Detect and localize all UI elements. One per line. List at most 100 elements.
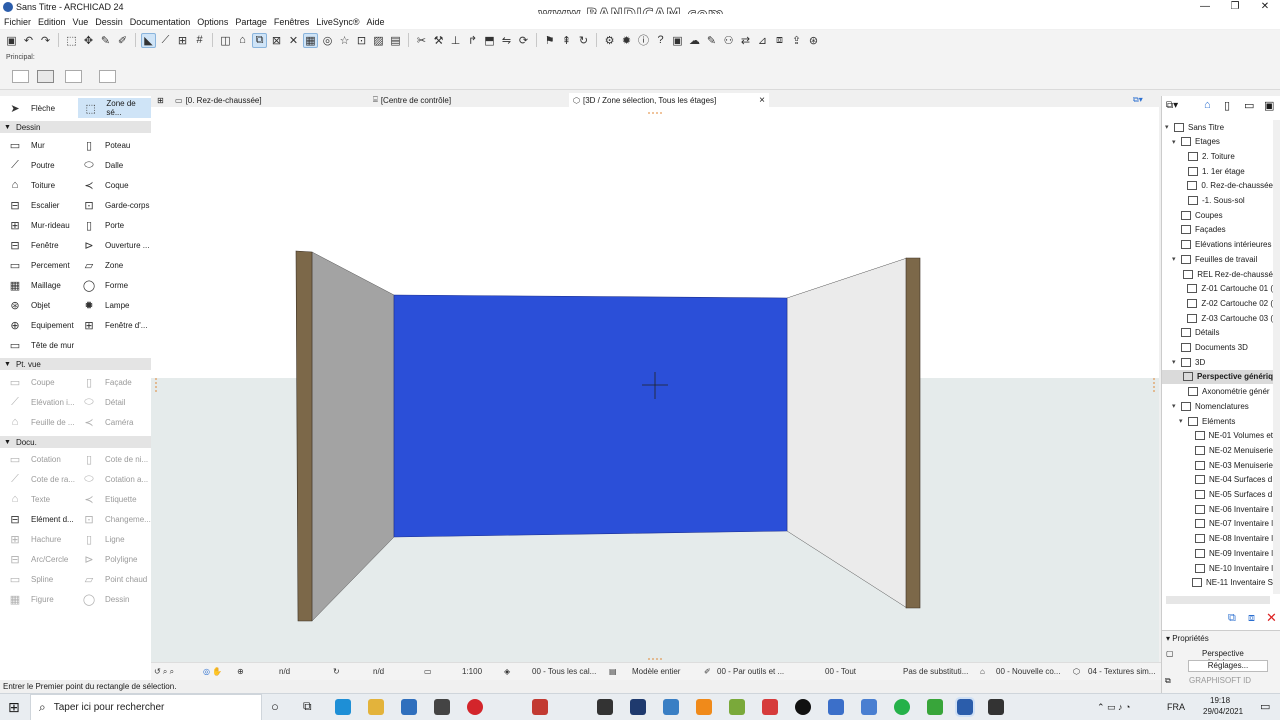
tree-item[interactable]: 2. Toiture <box>1162 149 1273 163</box>
tool-ligne[interactable]: ▯ Ligne <box>82 529 125 549</box>
tree-item[interactable]: Documents 3D <box>1162 341 1273 355</box>
tool-cam-ra[interactable]: ≺ Caméra <box>82 412 133 432</box>
zoom-readout[interactable]: n/d <box>279 667 290 676</box>
menu-vue[interactable]: Vue <box>71 17 94 27</box>
tray-icons[interactable]: ⌃ ▭ ♪ ◔ <box>1097 702 1130 713</box>
bandicam-icon[interactable] <box>795 699 811 715</box>
undo-icon[interactable]: ↶ <box>21 33 36 48</box>
flag-icon[interactable]: ⚑ <box>542 33 557 48</box>
tool-etiquette[interactable]: ≺ Etiquette <box>82 489 136 509</box>
language-indicator[interactable]: FRA <box>1167 702 1185 712</box>
tree-item[interactable]: NE-06 Inventaire l <box>1162 502 1273 516</box>
tool-maillage[interactable]: ▦ Maillage <box>8 275 61 295</box>
filter-icon[interactable]: ⚙ <box>602 33 617 48</box>
stair-icon[interactable]: ⊿ <box>755 33 770 48</box>
layout-book-icon[interactable]: ▭ <box>1244 99 1254 112</box>
tool-point-chaud[interactable]: ▱ Point chaud <box>82 569 148 589</box>
project-map-icon[interactable]: ⌂ <box>1204 99 1211 111</box>
tree-item[interactable]: Z-02 Cartouche 02 ( <box>1162 296 1273 310</box>
tree-item[interactable]: NE-05 Surfaces d <box>1162 488 1273 502</box>
opera-icon[interactable] <box>467 699 483 715</box>
render-icon[interactable]: ✹ <box>619 33 634 48</box>
navigator-mode-icon[interactable]: ⧉▾ <box>1166 100 1178 111</box>
tool-el-vation-i[interactable]: ⟋ Elévation i... <box>8 392 74 412</box>
lock-icon[interactable]: ⌂ <box>235 33 250 48</box>
tool-hachure[interactable]: ⊞ Hachure <box>8 529 61 549</box>
menu-fichier[interactable]: Fichier <box>2 17 36 27</box>
photoshop-icon[interactable] <box>630 699 646 715</box>
selection-method-4[interactable] <box>99 70 116 83</box>
cross-icon[interactable]: ✕ <box>286 33 301 48</box>
expand-icon[interactable]: ▾ <box>1172 255 1181 263</box>
tool-garde-corps[interactable]: ⊡ Garde-corps <box>82 195 149 215</box>
rotate-readout-icon[interactable]: ↻ <box>333 667 340 676</box>
tool-mur-rideau[interactable]: ⊞ Mur-rideau <box>8 215 69 235</box>
tool-figure[interactable]: ▦ Figure <box>8 589 54 609</box>
orbit-icon[interactable]: ◎ <box>320 33 335 48</box>
delete-icon[interactable]: ✕ <box>1266 610 1277 626</box>
new-view-icon[interactable]: ⧉ <box>1228 612 1236 625</box>
tool-dalle[interactable]: ⬭ Dalle <box>82 155 123 175</box>
tab-3d-view[interactable]: ⬡ [3D / Zone sélection, Tous les étages]… <box>569 93 769 107</box>
pen-set-dropdown[interactable]: 00 - Par outils et ... <box>717 667 784 676</box>
menu-options[interactable]: Options <box>195 17 233 27</box>
tree-item[interactable]: NE-07 Inventaire l <box>1162 517 1273 531</box>
tree-item[interactable]: -1. Sous-sol <box>1162 194 1273 208</box>
camera-icon[interactable]: ⊡ <box>354 33 369 48</box>
tool-coupe[interactable]: ▭ Coupe <box>8 372 55 392</box>
tool-fa-ade[interactable]: ▯ Façade <box>82 372 132 392</box>
tool-porte[interactable]: ▯ Porte <box>82 215 124 235</box>
whatsapp-icon[interactable] <box>894 699 910 715</box>
graphisoft-id[interactable]: GRAPHISOFT ID <box>1189 676 1251 685</box>
tree-item[interactable]: 1. 1er étage <box>1162 164 1273 178</box>
tag-icon[interactable]: ✎ <box>704 33 719 48</box>
store-icon[interactable] <box>401 699 417 715</box>
tab-overview-icon[interactable]: ⊞ <box>153 93 171 107</box>
notifications-icon[interactable]: ▭ <box>1260 700 1270 713</box>
taskbar-search[interactable]: ⌕ Taper ici pour rechercher <box>30 694 262 720</box>
expand-icon[interactable]: ▾ <box>1165 123 1174 131</box>
save-icon[interactable]: ▣ <box>4 33 19 48</box>
tree-item[interactable]: NE-03 Menuiserie <box>1162 458 1273 472</box>
tool-poteau[interactable]: ▯ Poteau <box>82 135 130 155</box>
model-view-dropdown[interactable]: Modèle entier <box>632 667 680 676</box>
tool-el-ment-d[interactable]: ⊟ Elément d... <box>8 509 73 529</box>
expand-icon[interactable]: ▾ <box>1179 417 1188 425</box>
renovation-dropdown[interactable]: 00 - Nouvelle co... <box>996 667 1060 676</box>
tool-t-te-de-mur[interactable]: ▭ Tête de mur <box>8 335 74 355</box>
layer-combination-dropdown[interactable]: 00 - Tous les cal... <box>532 667 596 676</box>
tree-item[interactable]: ▾ Feuilles de travail <box>1162 252 1273 266</box>
scale-dropdown[interactable]: 1:100 <box>462 667 482 676</box>
vlc-icon[interactable] <box>696 699 712 715</box>
window-icon[interactable]: ⧈ <box>772 33 787 48</box>
view-map-icon[interactable]: ▯ <box>1224 99 1230 112</box>
resize-icon[interactable]: ⬒ <box>482 33 497 48</box>
split-icon[interactable]: ✂ <box>414 33 429 48</box>
tree-item[interactable]: NE-09 Inventaire l <box>1162 546 1273 560</box>
archicad-active-icon[interactable] <box>955 697 975 717</box>
help-icon[interactable]: ? <box>653 33 668 48</box>
menu-aide[interactable]: Aide <box>365 17 390 27</box>
tool-objet[interactable]: ⊛ Objet <box>8 295 50 315</box>
tool-lampe[interactable]: ✹ Lampe <box>82 295 129 315</box>
sync-icon[interactable]: ⇄ <box>738 33 753 48</box>
tree-item[interactable]: 0. Rez-de-chaussée <box>1162 179 1273 193</box>
tree-item[interactable]: NE-08 Inventaire l <box>1162 532 1273 546</box>
expand-icon[interactable]: ▾ <box>1172 402 1181 410</box>
app-record-icon[interactable] <box>762 699 778 715</box>
tree-hscrollbar[interactable] <box>1166 596 1270 604</box>
close-button[interactable]: ✕ <box>1250 0 1280 14</box>
publisher-icon[interactable]: ▣ <box>1264 99 1274 112</box>
tab-close-icon[interactable]: × <box>759 95 765 106</box>
id-icon[interactable]: ▣ <box>670 33 685 48</box>
angle-readout[interactable]: n/d <box>373 667 384 676</box>
move-icon[interactable]: ✥ <box>81 33 96 48</box>
tool-cote-de-ni[interactable]: ▯ Cote de ni... <box>82 449 148 469</box>
mirror-icon[interactable]: ⇋ <box>499 33 514 48</box>
section-icon[interactable]: ⊠ <box>269 33 284 48</box>
tool-ouverture[interactable]: ⊳ Ouverture ... <box>82 235 149 255</box>
selection-method-3[interactable] <box>65 70 82 83</box>
app-dark-icon[interactable] <box>597 699 613 715</box>
publish-icon[interactable]: ⇪ <box>789 33 804 48</box>
menu-partage[interactable]: Partage <box>233 17 272 27</box>
